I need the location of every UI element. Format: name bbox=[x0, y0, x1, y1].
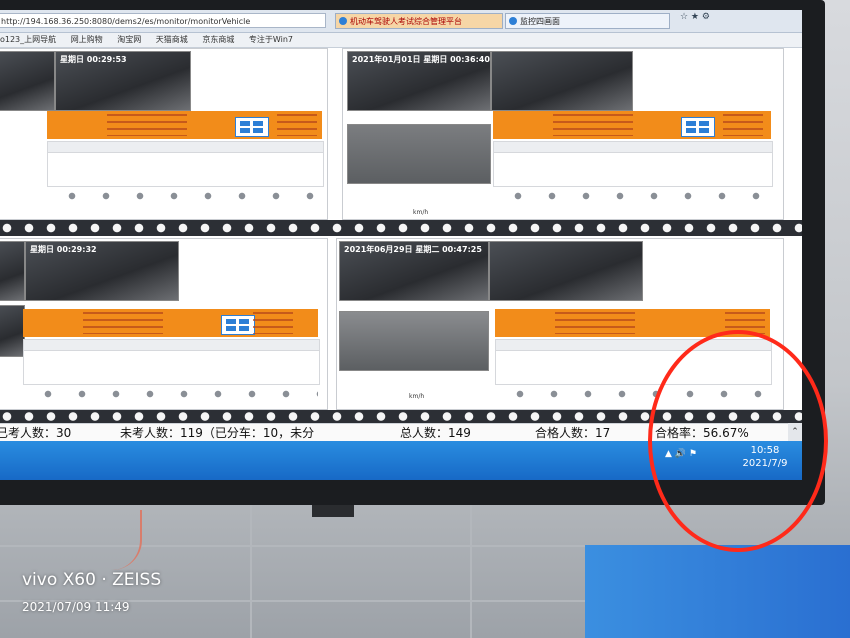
photo-timestamp: 2021/07/09 11:49 bbox=[22, 600, 130, 614]
favorite-item[interactable]: 天猫商城 bbox=[156, 33, 188, 47]
blue-sign bbox=[585, 545, 850, 638]
ceiling-tile-line bbox=[470, 505, 472, 638]
passed-count: 合格人数：17 bbox=[535, 426, 611, 440]
favorite-item[interactable]: 专注于Win7 bbox=[249, 33, 293, 47]
grid-icon bbox=[235, 117, 269, 137]
camera-view bbox=[0, 305, 25, 357]
window-controls[interactable]: ☆ ★ ⚙ bbox=[680, 12, 710, 22]
favorite-item[interactable]: hao123_上网导航 bbox=[0, 33, 56, 47]
status-icons bbox=[23, 387, 318, 401]
camera-panel: 星期日 00:29:32 bbox=[0, 238, 328, 410]
camera-timestamp: 星期日 00:29:53 bbox=[60, 55, 127, 64]
camera-timestamp: 星期日 00:29:32 bbox=[30, 245, 97, 254]
favorite-item[interactable]: 淘宝网 bbox=[117, 33, 141, 47]
speed-unit: km/h bbox=[409, 393, 425, 400]
browser-address-bar: http://194.168.36.250:8080/dems2/es/moni… bbox=[0, 10, 802, 33]
exam-info-bar bbox=[23, 309, 318, 337]
exam-table bbox=[493, 141, 773, 187]
exam-table bbox=[23, 339, 320, 385]
camera-watermark: vivo X60 · ZEISS bbox=[22, 570, 162, 590]
exam-table bbox=[47, 141, 324, 187]
camera-view: 星期日 00:29:53 bbox=[55, 51, 191, 111]
camera-view bbox=[339, 311, 489, 371]
ie-icon bbox=[339, 17, 347, 25]
camera-view bbox=[0, 241, 25, 301]
not-taken-count: 未考人数：119（已分车：10，未分 bbox=[120, 426, 315, 440]
exam-info-bar bbox=[47, 111, 322, 139]
url-field[interactable]: http://194.168.36.250:8080/dems2/es/moni… bbox=[0, 13, 326, 28]
camera-view bbox=[347, 124, 491, 184]
camera-panel: 2021年01月01日 星期日 00:36:40 km/h bbox=[342, 48, 784, 220]
favorite-item[interactable]: 京东商城 bbox=[202, 33, 234, 47]
tab-monitor[interactable]: 监控四画面 bbox=[505, 13, 670, 29]
exam-taken-count: 已考人数：30 bbox=[0, 426, 72, 440]
monitor-mount bbox=[312, 505, 354, 517]
ie-icon bbox=[509, 17, 517, 25]
favorite-item[interactable]: 网上购物 bbox=[71, 33, 103, 47]
grid-icon bbox=[221, 315, 255, 335]
camera-view bbox=[491, 51, 633, 111]
camera-view: 2021年06月29日 星期二 00:47:25 bbox=[339, 241, 489, 301]
grid-icon bbox=[681, 117, 715, 137]
speed-unit: km/h bbox=[413, 209, 429, 216]
camera-view bbox=[489, 241, 643, 301]
ceiling-tile-line bbox=[250, 505, 252, 638]
camera-timestamp: 2021年06月29日 星期二 00:47:25 bbox=[344, 245, 482, 254]
camera-timestamp: 2021年01月01日 星期日 00:36:40 bbox=[352, 55, 490, 64]
camera-view bbox=[0, 51, 55, 111]
tab-exam-platform[interactable]: 机动车驾驶人考试综合管理平台 bbox=[335, 13, 503, 29]
status-icons bbox=[47, 189, 322, 203]
camera-view: 星期日 00:29:32 bbox=[25, 241, 179, 301]
camera-panel: 星期日 00:29:53 bbox=[0, 48, 328, 220]
control-bar[interactable] bbox=[0, 220, 802, 236]
status-icons bbox=[493, 189, 771, 203]
camera-view: 2021年01月01日 星期日 00:36:40 bbox=[347, 51, 491, 111]
red-highlight-circle bbox=[648, 330, 828, 552]
exam-info-bar bbox=[493, 111, 771, 139]
total-count: 总人数：149 bbox=[400, 426, 471, 440]
favorites-bar: hao123_上网导航 网上购物 淘宝网 天猫商城 京东商城 专注于Win7 bbox=[0, 33, 802, 48]
